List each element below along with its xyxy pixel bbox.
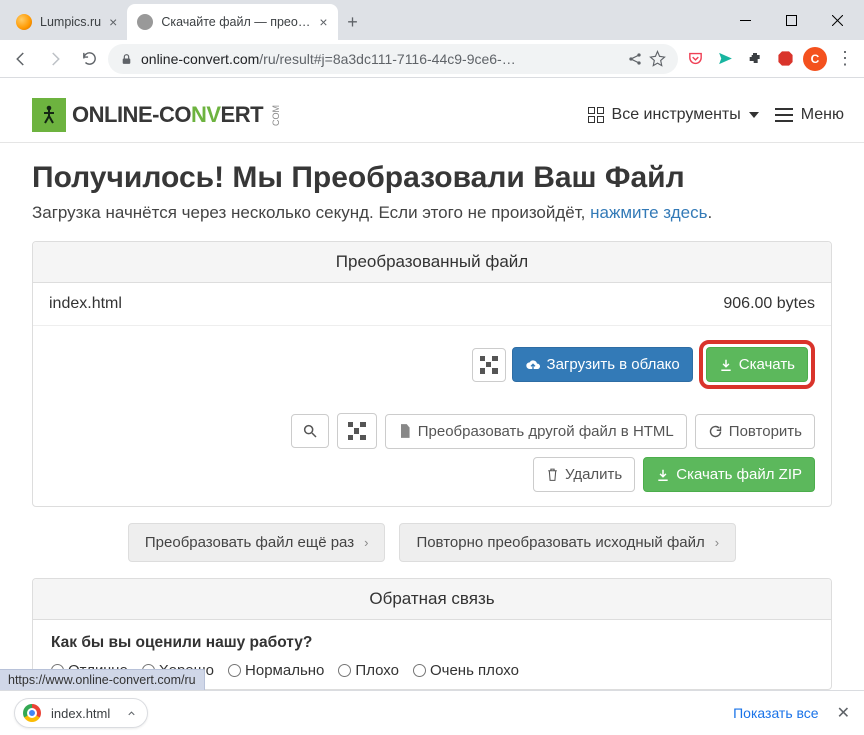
download-icon — [656, 468, 670, 482]
maximize-button[interactable] — [768, 4, 814, 36]
trash-icon — [546, 467, 559, 482]
close-downloads-bar[interactable]: ✕ — [837, 703, 850, 723]
file-row: index.html 906.00 bytes — [33, 283, 831, 326]
share-icon[interactable] — [627, 51, 643, 67]
tab-title: Lumpics.ru — [40, 15, 101, 29]
title-bar: Lumpics.ru × Скачайте файл — преобразова… — [0, 0, 864, 40]
close-tab-icon[interactable]: × — [319, 14, 327, 30]
address-row: online-convert.com/ru/result#j=8a3dc111-… — [0, 40, 864, 78]
rating-bad[interactable]: Плохо — [338, 662, 399, 679]
url-text: online-convert.com/ru/result#j=8a3dc111-… — [141, 51, 619, 67]
favicon-onlineconvert — [137, 14, 153, 30]
all-tools-menu[interactable]: Все инструменты — [588, 106, 759, 124]
header-nav: Все инструменты Меню — [588, 106, 844, 124]
delete-button[interactable]: Удалить — [533, 457, 635, 492]
third-actions-row: Удалить Скачать файл ZIP — [33, 457, 831, 506]
retry-button[interactable]: Повторить — [695, 414, 815, 449]
click-here-link[interactable]: нажмите здесь — [590, 203, 707, 222]
adblock-icon[interactable] — [772, 46, 798, 72]
all-tools-label: Все инструменты — [612, 106, 741, 124]
window-controls — [722, 0, 864, 40]
favicon-lumpics — [16, 14, 32, 30]
page-content: ONLINE-CONVERT COM Все инструменты Меню … — [0, 84, 864, 690]
tab-title: Скачайте файл — преобразова — [161, 15, 311, 29]
retry-icon — [708, 424, 723, 439]
grid-icon — [588, 107, 604, 123]
chrome-icon — [23, 704, 41, 722]
feedback-heading: Обратная связь — [33, 579, 831, 620]
feedback-question: Как бы вы оценили нашу работу? — [51, 634, 813, 652]
file-name: index.html — [49, 295, 122, 313]
highlight-box: Скачать — [699, 340, 815, 389]
reconvert-source-button[interactable]: Повторно преобразовать исходный файл› — [399, 523, 736, 562]
chevron-up-icon[interactable] — [126, 708, 137, 719]
rating-verybad[interactable]: Очень плохо — [413, 662, 519, 679]
search-icon — [302, 423, 318, 439]
download-item[interactable]: index.html — [14, 698, 148, 728]
send-icon[interactable] — [712, 46, 738, 72]
browser-tabs: Lumpics.ru × Скачайте файл — преобразова… — [0, 4, 722, 40]
extensions-icon[interactable] — [742, 46, 768, 72]
tab-lumpics[interactable]: Lumpics.ru × — [6, 4, 127, 40]
convert-again-button[interactable]: Преобразовать файл ещё раз› — [128, 523, 386, 562]
file-actions-row: Загрузить в облако Скачать — [33, 326, 831, 403]
file-icon — [398, 423, 412, 439]
lock-icon — [120, 52, 133, 66]
new-tab-button[interactable]: + — [338, 4, 368, 40]
secondary-actions-row: Преобразовать другой файл в HTML Повтори… — [33, 403, 831, 457]
download-zip-button[interactable]: Скачать файл ZIP — [643, 457, 815, 492]
page-title: Получилось! Мы Преобразовали Ваш Файл — [32, 161, 832, 195]
back-button[interactable] — [6, 44, 36, 74]
profile-avatar[interactable]: C — [802, 46, 828, 72]
content-area: Получилось! Мы Преобразовали Ваш Файл За… — [0, 143, 864, 690]
show-all-downloads[interactable]: Показать все — [733, 705, 818, 721]
logo-com: COM — [271, 105, 281, 126]
qr-code-button[interactable] — [472, 348, 506, 382]
close-window-button[interactable] — [814, 4, 860, 36]
tab-onlineconvert[interactable]: Скачайте файл — преобразова × — [127, 4, 337, 40]
pocket-icon[interactable] — [682, 46, 708, 72]
browser-menu-icon[interactable]: ⋮ — [832, 46, 858, 72]
convert-another-button[interactable]: Преобразовать другой файл в HTML — [385, 414, 687, 449]
download-icon — [719, 358, 733, 372]
menu-label: Меню — [801, 106, 844, 124]
star-icon[interactable] — [649, 50, 666, 67]
reload-button[interactable] — [74, 44, 104, 74]
search-button[interactable] — [291, 414, 329, 448]
address-bar-right — [627, 50, 666, 67]
address-bar[interactable]: online-convert.com/ru/result#j=8a3dc111-… — [108, 44, 678, 74]
chevron-down-icon — [749, 112, 759, 118]
qr-button-2[interactable] — [337, 413, 377, 449]
minimize-button[interactable] — [722, 4, 768, 36]
browser-chrome: Lumpics.ru × Скачайте файл — преобразова… — [0, 0, 864, 84]
bottom-buttons: Преобразовать файл ещё раз› Повторно пре… — [32, 523, 832, 562]
converted-heading: Преобразованный файл — [33, 242, 831, 283]
download-filename: index.html — [51, 706, 110, 721]
downloads-bar: index.html Показать все ✕ — [0, 690, 864, 735]
close-tab-icon[interactable]: × — [109, 14, 117, 30]
upload-cloud-button[interactable]: Загрузить в облако — [512, 347, 693, 382]
rating-normal[interactable]: Нормально — [228, 662, 324, 679]
forward-button[interactable] — [40, 44, 70, 74]
link-status-bar: https://www.online-convert.com/ru — [0, 669, 205, 690]
logo-text: ONLINE-CONVERT — [72, 102, 263, 128]
chevron-right-icon: › — [715, 535, 719, 550]
download-button[interactable]: Скачать — [706, 347, 808, 382]
logo-icon — [32, 98, 66, 132]
page-subtitle: Загрузка начнётся через несколько секунд… — [32, 203, 832, 223]
cloud-upload-icon — [525, 358, 541, 372]
burger-icon — [775, 108, 793, 122]
converted-file-panel: Преобразованный файл index.html 906.00 b… — [32, 241, 832, 507]
main-menu[interactable]: Меню — [775, 106, 844, 124]
chevron-right-icon: › — [364, 535, 368, 550]
site-header: ONLINE-CONVERT COM Все инструменты Меню — [0, 84, 864, 142]
file-size: 906.00 bytes — [723, 295, 815, 313]
site-logo[interactable]: ONLINE-CONVERT COM — [32, 98, 281, 132]
qr-icon — [348, 422, 366, 440]
